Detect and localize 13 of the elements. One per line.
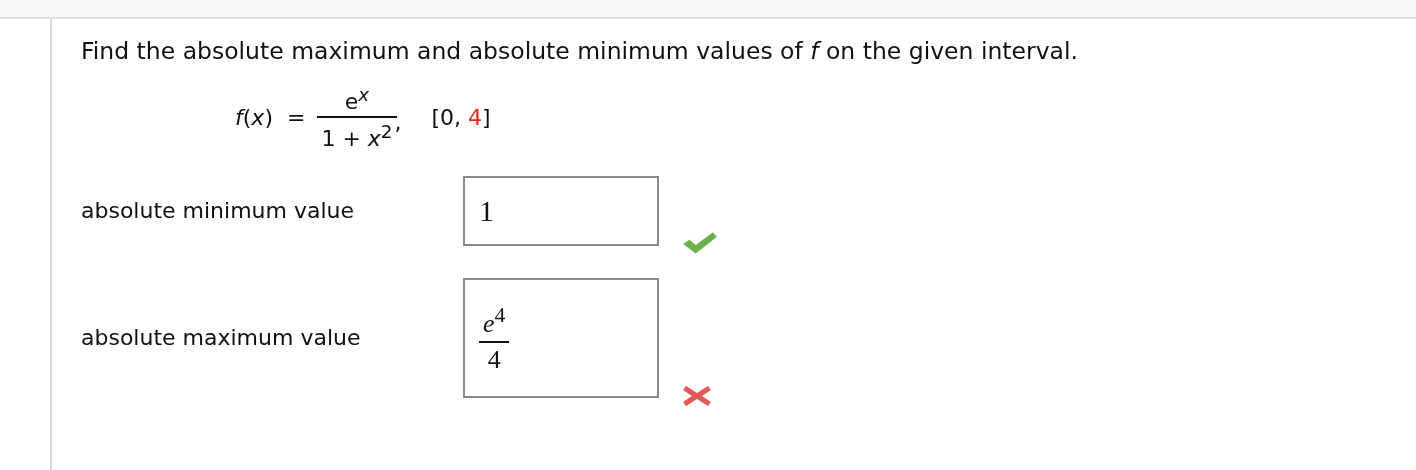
equals-sign: = — [286, 104, 306, 130]
fraction-numerator: e$^{x}$ — [343, 83, 371, 117]
answer-label: absolute maximum value — [81, 325, 362, 351]
interval-close: ] — [482, 104, 491, 130]
function-label: f(x) — [235, 104, 273, 130]
interval-start: [0, — [431, 104, 463, 130]
comma: , — [394, 109, 402, 135]
instruction-text: Find the absolute maximum and absolute minimum values of f on the given interval. — [81, 37, 1079, 65]
fraction-denominator: 1 + x$^{2}$ — [320, 120, 394, 154]
interval-end: 4 — [468, 104, 483, 130]
answer-label: absolute minimum value — [81, 198, 356, 224]
answer-field[interactable]: 1 — [463, 175, 659, 246]
answer-field[interactable]: e$^{4}$ 4 — [463, 277, 659, 398]
